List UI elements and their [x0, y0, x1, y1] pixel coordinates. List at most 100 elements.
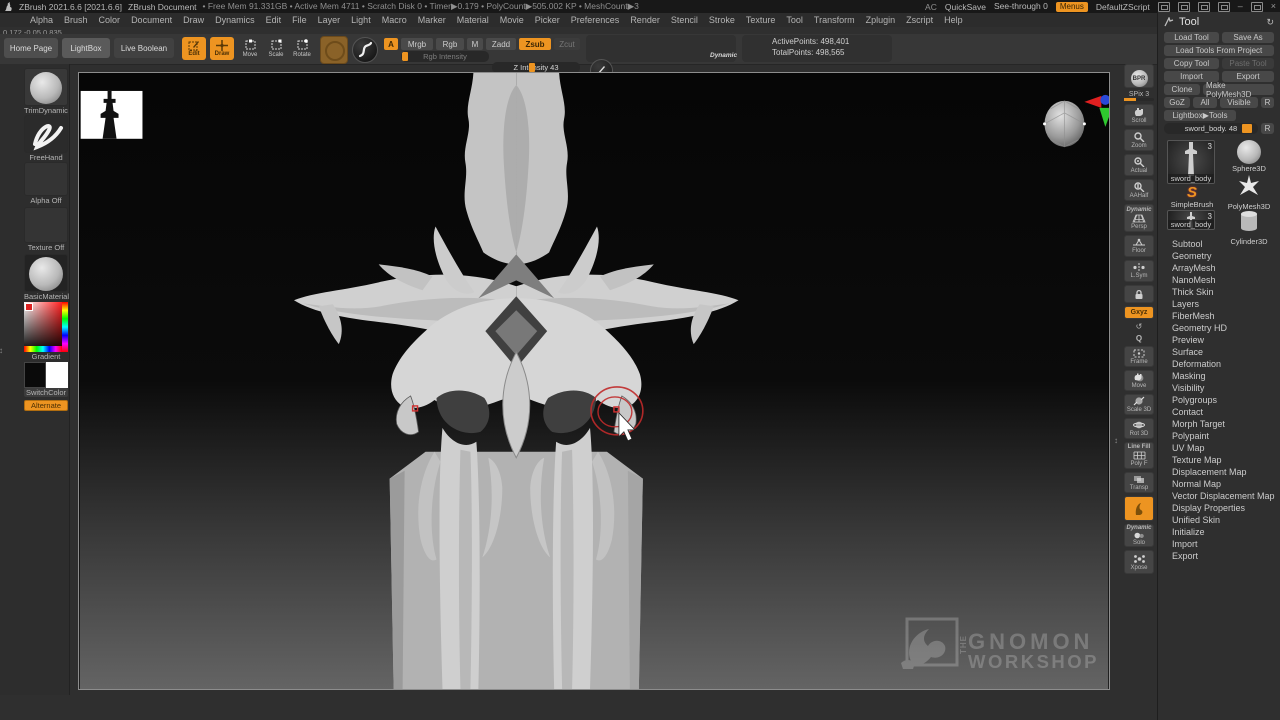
menu-item[interactable]: Color — [99, 15, 121, 25]
frame-button[interactable]: Frame — [1124, 346, 1154, 367]
menu-item[interactable]: Edit — [266, 15, 282, 25]
alpha-slot[interactable]: Alpha Off — [24, 162, 68, 205]
menu-item[interactable]: File — [292, 15, 307, 25]
tool-palette-section[interactable]: NanoMesh — [1158, 274, 1280, 286]
doc-hand2-icon[interactable] — [1218, 2, 1230, 12]
ghost-button[interactable] — [1124, 496, 1154, 521]
rot3d-button[interactable]: Rot 3D — [1124, 418, 1154, 439]
persp-button[interactable]: Dynamic Persp — [1124, 204, 1154, 232]
save-as-button[interactable]: Save As — [1222, 32, 1274, 43]
scale-button[interactable]: Scale — [264, 37, 288, 60]
gxyz-button[interactable]: Gxyz — [1124, 306, 1154, 319]
default-zscript-button[interactable]: DefaultZScript — [1096, 2, 1150, 12]
menu-item[interactable]: Zplugin — [866, 15, 896, 25]
window-minimize-icon[interactable]: – — [1238, 2, 1243, 11]
lightbox-button[interactable]: LightBox — [62, 38, 110, 58]
window-restore-icon[interactable] — [1251, 2, 1263, 12]
tray-layout2-icon[interactable] — [1178, 2, 1190, 12]
menu-item[interactable]: Light — [351, 15, 371, 25]
tool-palette-section[interactable]: Export — [1158, 550, 1280, 562]
slider-r-button[interactable]: R — [1261, 123, 1274, 134]
menu-item[interactable]: Stroke — [709, 15, 735, 25]
menu-item[interactable]: Material — [457, 15, 489, 25]
spix-slider[interactable]: SPix 3 — [1124, 91, 1154, 101]
alpha-badge[interactable]: A — [384, 38, 398, 50]
polyf-button[interactable]: Line Fill Poly F — [1124, 442, 1154, 469]
recent-tool-thumbnail[interactable]: 3 sword_body — [1167, 210, 1215, 230]
move-doc-button[interactable]: Move — [1124, 370, 1154, 391]
xpose-button[interactable]: Xpose — [1124, 550, 1154, 574]
switch-color[interactable]: SwitchColor — [24, 362, 68, 397]
menu-item[interactable]: Alpha — [30, 15, 53, 25]
quicksave-button[interactable]: QuickSave — [945, 2, 986, 12]
texture-slot[interactable]: Texture Off — [24, 207, 68, 252]
tool-item-polymesh3d[interactable]: PolyMesh3D — [1225, 175, 1273, 211]
solo-button[interactable]: Dynamic Solo — [1124, 524, 1154, 547]
scale3d-button[interactable]: Scale 3D — [1124, 394, 1154, 415]
floor-button[interactable]: Floor — [1124, 235, 1154, 257]
menu-item[interactable]: Brush — [64, 15, 88, 25]
all-button[interactable]: All — [1193, 97, 1217, 108]
tool-palette-section[interactable]: Visibility — [1158, 382, 1280, 394]
tool-palette-section[interactable]: Contact — [1158, 406, 1280, 418]
tool-palette-section[interactable]: Thick Skin — [1158, 286, 1280, 298]
tool-palette-section[interactable]: Displacement Map — [1158, 466, 1280, 478]
tool-palette-section[interactable]: Masking — [1158, 370, 1280, 382]
brush-slot-trimdynamic[interactable]: TrimDynamic — [24, 68, 68, 115]
tool-palette-section[interactable]: ArrayMesh — [1158, 262, 1280, 274]
scroll-button[interactable]: Scroll — [1124, 104, 1154, 126]
menu-item[interactable]: Layer — [318, 15, 341, 25]
right-tray-resize-handle[interactable]: ↕ — [1114, 436, 1118, 445]
menu-item[interactable]: Preferences — [571, 15, 620, 25]
alternate-button[interactable]: Alternate — [24, 400, 68, 411]
tool-palette-section[interactable]: UV Map — [1158, 442, 1280, 454]
lsym-button[interactable]: L.Sym — [1124, 260, 1154, 282]
tool-palette-section[interactable]: Initialize — [1158, 526, 1280, 538]
mrgb-button[interactable]: Mrgb — [401, 38, 433, 50]
menu-item[interactable]: Transform — [814, 15, 855, 25]
menus-button[interactable]: Menus — [1056, 2, 1088, 12]
menu-item[interactable]: Help — [944, 15, 963, 25]
window-close-icon[interactable]: × — [1271, 2, 1276, 11]
hue-strip-vertical[interactable] — [62, 302, 68, 352]
tool-palette-section[interactable]: Morph Target — [1158, 418, 1280, 430]
stroke-slot-freehand[interactable]: FreeHand — [24, 115, 68, 162]
visible-button[interactable]: Visible — [1220, 97, 1258, 108]
doc-hand-icon[interactable] — [1198, 2, 1210, 12]
lightbox-tools-button[interactable]: Lightbox▶Tools — [1164, 110, 1236, 121]
tool-palette-section[interactable]: Polypaint — [1158, 430, 1280, 442]
zoom-button[interactable]: Zoom — [1124, 129, 1154, 151]
toggle-c-icon[interactable]: ↺ — [1136, 322, 1143, 331]
secondary-color-swatch[interactable] — [46, 362, 68, 388]
tool-palette-section[interactable]: Display Properties — [1158, 502, 1280, 514]
load-tools-from-project-button[interactable]: Load Tools From Project — [1164, 45, 1274, 56]
zsub-button[interactable]: Zsub — [519, 38, 551, 50]
menu-item[interactable]: Document — [131, 15, 172, 25]
document-preview-thumbnail[interactable] — [81, 91, 143, 139]
current-stroke-thumbnail[interactable] — [352, 37, 378, 63]
left-tray-resize-handle[interactable]: ↕ — [0, 346, 3, 355]
clone-button[interactable]: Clone — [1164, 84, 1200, 95]
menu-item[interactable]: Marker — [418, 15, 446, 25]
tool-palette-section[interactable]: Surface — [1158, 346, 1280, 358]
goz-r-button[interactable]: R — [1261, 97, 1274, 108]
toggle-q-icon[interactable]: Q — [1136, 334, 1142, 343]
m-button[interactable]: M — [467, 38, 483, 50]
tool-palette-section[interactable]: FiberMesh — [1158, 310, 1280, 322]
aahalf-button[interactable]: AAHalf — [1124, 179, 1154, 201]
transp-button[interactable]: Transp — [1124, 472, 1154, 493]
tool-palette-section[interactable]: Unified Skin — [1158, 514, 1280, 526]
copy-tool-button[interactable]: Copy Tool — [1164, 58, 1219, 69]
dynamic-mode-label[interactable]: Dynamic — [710, 52, 737, 59]
goz-button[interactable]: GoZ — [1164, 97, 1190, 108]
actual-button[interactable]: Actual — [1124, 154, 1154, 176]
see-through-slider[interactable]: See-through 0 — [994, 1, 1048, 12]
menu-item[interactable]: Macro — [382, 15, 407, 25]
draw-button[interactable]: Draw — [210, 37, 234, 60]
tool-palette-section[interactable]: Normal Map — [1158, 478, 1280, 490]
zadd-button[interactable]: Zadd — [486, 38, 516, 50]
active-tool-slider[interactable]: sword_body. 48 — [1164, 123, 1258, 134]
hue-strip-horizontal[interactable] — [24, 346, 62, 352]
lock-button[interactable] — [1124, 285, 1154, 303]
move-button[interactable]: Move — [238, 37, 262, 60]
